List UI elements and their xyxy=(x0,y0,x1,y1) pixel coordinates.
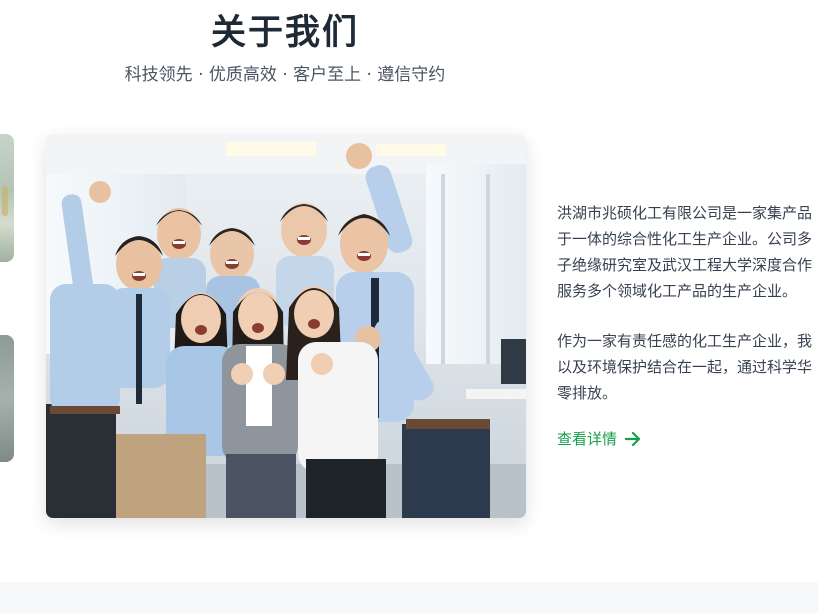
carousel-next-image[interactable] xyxy=(0,335,14,462)
team-photo-image xyxy=(46,134,526,518)
view-details-label: 查看详情 xyxy=(557,430,618,448)
description-line: 子绝缘研究室及武汉工程大学深度合作 xyxy=(557,256,813,274)
view-details-link[interactable]: 查看详情 xyxy=(557,428,641,449)
team-photo xyxy=(46,134,526,518)
description-line: 服务多个领域化工产品的生产企业。 xyxy=(557,282,798,300)
carousel-prev-image[interactable] xyxy=(0,134,14,262)
next-section-band xyxy=(0,582,818,613)
description-line: 洪湖市兆硕化工有限公司是一家集产品 xyxy=(557,204,813,222)
arrow-right-icon xyxy=(625,431,641,446)
section-title: 关于我们 xyxy=(210,13,359,53)
description-line: 零排放。 xyxy=(557,384,618,402)
section-subtitle: 科技领先 · 优质高效 · 客户至上 · 遵信守约 xyxy=(124,65,446,85)
about-description: 洪湖市兆硕化工有限公司是一家集产品 于一体的综合性化工生产企业。公司多 子绝缘研… xyxy=(557,200,818,406)
about-section: 关于我们 科技领先 · 优质高效 · 客户至上 · 遵信守约 洪湖市兆硕化工有限… xyxy=(0,0,818,613)
description-line: 作为一家有责任感的化工生产企业，我 xyxy=(557,332,813,350)
description-line: 以及环境保护结合在一起，通过科学华 xyxy=(557,358,813,376)
description-line: 于一体的综合性化工生产企业。公司多 xyxy=(557,230,813,248)
